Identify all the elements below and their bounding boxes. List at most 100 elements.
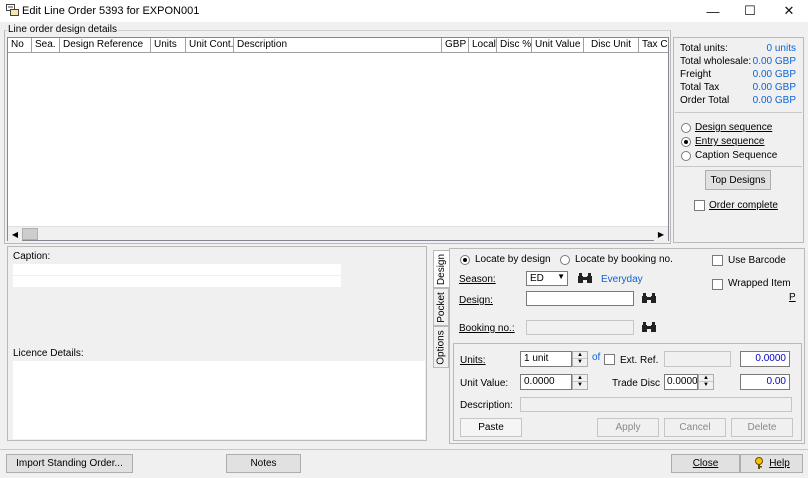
season-value: ED: [530, 273, 544, 284]
wrapped-item-label[interactable]: Wrapped Item: [728, 278, 791, 289]
locate-by-booking-label[interactable]: Locate by booking no.: [575, 254, 673, 265]
trade-disc-stepper[interactable]: ▲ ▼: [698, 374, 714, 390]
binoculars-icon[interactable]: [577, 271, 593, 285]
trade-amount-field: 0.00: [740, 374, 790, 390]
season-select[interactable]: ED ▼: [526, 271, 568, 286]
licence-details-field[interactable]: [13, 361, 425, 439]
paste-button[interactable]: Paste: [460, 418, 522, 437]
total-tax-label: Total Tax: [680, 82, 720, 93]
cancel-button[interactable]: Cancel: [664, 418, 726, 437]
tab-pocket-label: Pocket: [435, 291, 447, 323]
entry-sequence-radio[interactable]: [681, 137, 691, 147]
caption-label: Caption:: [13, 251, 51, 262]
tab-options[interactable]: Options: [433, 326, 449, 368]
total-wholesale-value: 0.00 GBP: [752, 56, 796, 67]
design-details-label: Line order design details: [7, 24, 118, 35]
entry-sequence-label[interactable]: Entry sequence: [695, 136, 765, 147]
column-header-tax-code[interactable]: Tax Co: [639, 38, 668, 53]
locate-by-booking-radio[interactable]: [560, 255, 570, 265]
locate-by-design-label[interactable]: Locate by design: [475, 254, 551, 265]
column-header-gbp[interactable]: GBP: [442, 38, 469, 53]
freight-value: 0.00 GBP: [752, 69, 796, 80]
use-barcode-checkbox[interactable]: [712, 255, 723, 266]
scroll-right-icon[interactable]: ▶: [654, 227, 668, 241]
close-button[interactable]: Close: [671, 454, 740, 473]
total-tax-value: 0.00 GBP: [752, 82, 796, 93]
caption-sequence-radio[interactable]: [681, 151, 691, 161]
total-tax-row: Total Tax 0.00 GBP: [680, 82, 800, 95]
delete-button[interactable]: Delete: [731, 418, 793, 437]
locate-by-design-radio[interactable]: [460, 255, 470, 265]
design-input[interactable]: [526, 291, 634, 306]
of-label: of: [592, 352, 601, 363]
unit-value-stepper[interactable]: ▲ ▼: [572, 374, 588, 390]
column-header-season[interactable]: Sea.: [32, 38, 60, 53]
totals-panel: Total units: 0 units Total wholesale: 0.…: [673, 37, 804, 243]
description-input[interactable]: [520, 397, 792, 412]
season-name: Everyday: [601, 274, 643, 285]
column-header-unit-value[interactable]: Unit Value: [532, 38, 584, 53]
tab-pocket[interactable]: Pocket: [433, 288, 449, 326]
notes-button[interactable]: Notes: [226, 454, 301, 473]
values-group: Units: 1 unit ▲ ▼ of Ext. Ref. 0.0000 Uni…: [453, 343, 802, 441]
maximize-button[interactable]: ☐: [731, 0, 769, 22]
units-stepper[interactable]: ▲ ▼: [572, 351, 588, 367]
title-bar: Edit Line Order 5393 for EXPON001 — ☐ ✕: [0, 0, 808, 22]
booking-no-input[interactable]: [526, 320, 634, 335]
p-link[interactable]: P: [789, 292, 796, 303]
binoculars-icon[interactable]: [641, 291, 657, 305]
units-input[interactable]: 1 unit: [520, 351, 572, 367]
total-units-label: Total units:: [680, 43, 728, 54]
caption-line-2[interactable]: [13, 276, 341, 287]
design-sequence-label[interactable]: Design sequence: [695, 122, 772, 133]
total-units-row: Total units: 0 units: [680, 43, 800, 56]
binoculars-icon[interactable]: [641, 320, 657, 334]
freight-row: Freight 0.00 GBP: [680, 69, 800, 82]
top-designs-button[interactable]: Top Designs: [705, 170, 771, 190]
grid-header: No Sea. Design Reference Units Unit Cont…: [8, 38, 668, 53]
horizontal-scrollbar[interactable]: ◀ ▶: [8, 226, 668, 241]
column-header-local[interactable]: Local: [469, 38, 497, 53]
help-label: Help: [769, 458, 790, 469]
description-label: Description:: [460, 400, 513, 411]
column-header-unit-cont[interactable]: Unit Cont.: [186, 38, 234, 53]
maximize-icon: ☐: [744, 3, 756, 18]
minimize-button[interactable]: —: [694, 0, 732, 22]
help-button[interactable]: Help: [740, 454, 803, 473]
close-window-button[interactable]: ✕: [770, 0, 808, 22]
caption-line-1[interactable]: [13, 264, 341, 275]
design-grid[interactable]: No Sea. Design Reference Units Unit Cont…: [7, 37, 669, 241]
units-label: Units:: [460, 355, 486, 366]
help-key-icon: [755, 457, 764, 469]
wrapped-item-checkbox[interactable]: [712, 279, 723, 290]
unit-value-input[interactable]: 0.0000: [520, 374, 572, 390]
column-header-no[interactable]: No: [8, 38, 32, 53]
tab-design-label: Design: [436, 253, 448, 285]
trade-disc-input[interactable]: 0.0000: [664, 374, 698, 390]
trade-disc-label: Trade Disc: [612, 378, 660, 389]
unit-value-label: Unit Value:: [460, 378, 509, 389]
window-app-icon: [6, 4, 19, 16]
column-header-design-reference[interactable]: Design Reference: [60, 38, 151, 53]
scroll-thumb[interactable]: [22, 228, 38, 240]
caption-sequence-label[interactable]: Caption Sequence: [695, 150, 777, 161]
column-header-disc-unit[interactable]: Disc Unit: [584, 38, 639, 53]
footer-divider: [0, 449, 808, 450]
window-title: Edit Line Order 5393 for EXPON001: [22, 5, 200, 17]
apply-button[interactable]: Apply: [597, 418, 659, 437]
tab-design[interactable]: Design: [433, 250, 449, 288]
ext-ref-input[interactable]: [664, 351, 731, 367]
total-wholesale-label: Total wholesale:: [680, 56, 752, 67]
column-header-disc-pct[interactable]: Disc %: [497, 38, 532, 53]
use-barcode-label[interactable]: Use Barcode: [728, 255, 786, 266]
column-header-units[interactable]: Units: [151, 38, 186, 53]
import-standing-order-button[interactable]: Import Standing Order...: [6, 454, 133, 473]
season-label: Season:: [459, 274, 496, 285]
ext-ref-checkbox[interactable]: [604, 354, 615, 365]
scroll-left-icon[interactable]: ◀: [8, 227, 22, 241]
order-complete-checkbox[interactable]: [694, 200, 705, 211]
order-total-label: Order Total: [680, 95, 730, 106]
column-header-description[interactable]: Description: [234, 38, 442, 53]
order-complete-label[interactable]: Order complete: [709, 200, 778, 211]
design-sequence-radio[interactable]: [681, 123, 691, 133]
